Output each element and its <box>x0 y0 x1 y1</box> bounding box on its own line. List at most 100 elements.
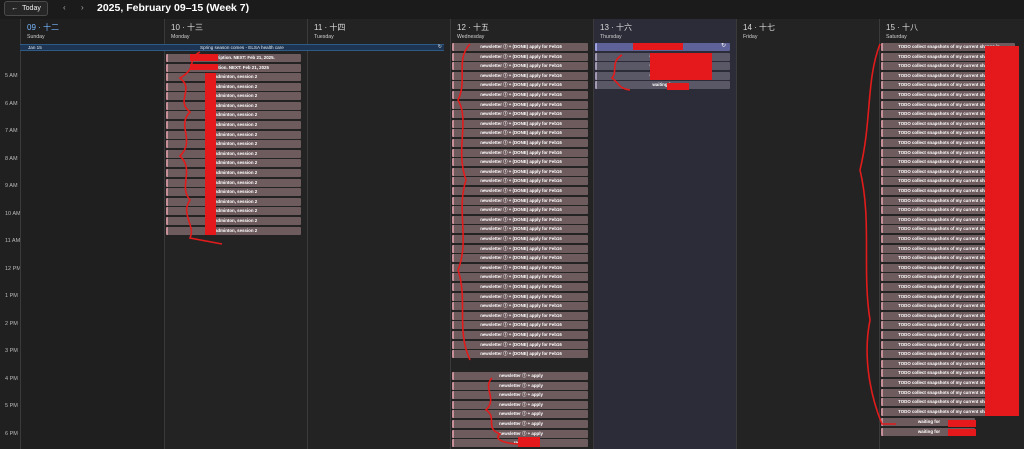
calendar-event[interactable]: newsletter ⓘ + (DONE) apply for Feb16 <box>452 177 588 186</box>
calendar-event[interactable]: newsletter ⓘ + (DONE) apply for Feb16 <box>452 235 588 243</box>
calendar-event[interactable]: newsletter ⓘ + (DONE) apply for Feb16 <box>452 292 588 301</box>
calendar-event[interactable]: newsletter ⓘ + (DONE) apply for Feb16 <box>452 187 588 195</box>
calendar-event[interactable]: newsletter ⓘ + (DONE) apply for Feb16 <box>452 158 588 167</box>
calendar-event[interactable]: newsletter ⓘ + (DONE) apply for Feb16 <box>452 331 588 339</box>
day-number: 11 · 十四 <box>314 23 346 32</box>
redaction-block <box>985 46 1019 416</box>
hour-label: 8 AM <box>5 155 18 162</box>
day-column-friday[interactable]: 14 · 十七 Friday <box>736 19 879 449</box>
day-name: Wednesday <box>457 34 485 40</box>
calendar-event[interactable]: newsletter ⓘ + (DONE) apply for Feb16 <box>452 350 588 359</box>
calendar-event[interactable]: Badminton, session 2 <box>166 82 301 91</box>
day-header[interactable]: 10 · 十三 Monday <box>171 22 203 40</box>
calendar-event[interactable]: newsletter ⓘ + (DONE) apply for Feb16 <box>452 225 588 234</box>
allday-event[interactable]: Jan 15 Spring season comes - ELSA health… <box>20 44 444 51</box>
calendar-event[interactable]: newsletter ⓘ + (DONE) apply for Feb16 <box>452 263 588 272</box>
hour-label: 5 AM <box>5 73 18 79</box>
time-gutter: 5 AM 6 AM 7 AM 8 AM 9 AM 10 AM 11 AM 12 PM 1 PM 2… <box>0 19 21 449</box>
calendar-event[interactable]: newsletter ⓘ + (DONE) apply for Feb16 <box>452 100 588 109</box>
hour-label: 9 AM <box>5 183 18 189</box>
calendar-event[interactable]: newsletter ⓘ + (DONE) apply for Feb16 <box>452 244 588 253</box>
calendar-event[interactable]: newsletter ⓘ + apply <box>452 400 588 409</box>
day-header[interactable]: 11 · 十四 Tuesday <box>314 22 345 40</box>
day-header[interactable]: 14 · 十七 Friday <box>743 22 775 40</box>
day-number: 15 · 十八 <box>886 23 919 32</box>
day-name: Friday <box>743 34 758 40</box>
toolbar: ← Today ‹ › 2025, February 09–15 (Week 7… <box>0 0 1024 19</box>
calendar-event[interactable]: subscription. NEXT: Feb 21, 2025 <box>166 63 301 72</box>
calendar-event[interactable]: Badminton, session 2 <box>166 188 301 197</box>
calendar-event[interactable]: newsletter ⓘ + (DONE) apply for Feb16 <box>452 139 588 147</box>
calendar-event[interactable]: Badminton, session 2 <box>166 207 301 216</box>
calendar-event[interactable]: Badminton, session 2 <box>166 169 301 177</box>
calendar-event[interactable]: (e) g subscription. NEXT: Feb 21, 2025. <box>166 54 301 62</box>
day-name: Saturday <box>886 34 907 40</box>
chevron-down-icon[interactable]: ⌄ <box>228 2 235 11</box>
calendar-event[interactable]: newsletter ⓘ + (DONE) apply for Feb16 <box>452 283 588 291</box>
hour-label: 4 PM <box>5 375 18 382</box>
calendar-event[interactable]: Badminton, session 2 <box>166 130 301 139</box>
calendar-event[interactable]: newsletter ⓘ + (DONE) apply for Feb16 <box>452 119 588 128</box>
calendar-event[interactable]: newsletter ⓘ + (DONE) apply for Feb16 <box>452 71 588 80</box>
calendar-event[interactable]: newsletter ⓘ + (DONE) apply for Feb16 <box>452 321 588 330</box>
calendar-event[interactable]: newsletter ⓘ + (DONE) apply for Feb16 <box>452 91 588 99</box>
calendar-event[interactable]: Badminton, session 2 <box>166 73 301 81</box>
calendar-event[interactable]: newsletter ⓘ + (DONE) apply for Feb16 <box>452 62 588 71</box>
redaction-block <box>650 53 712 80</box>
calendar-event[interactable]: Badminton, session 2 <box>166 121 301 129</box>
calendar-event[interactable]: newsletter ⓘ + apply <box>452 420 588 428</box>
calendar-event[interactable]: Badminton, session 2 <box>166 149 301 158</box>
calendar-event[interactable]: Badminton, session 2 <box>166 140 301 149</box>
day-header[interactable]: 09 · 十二 Sunday <box>27 22 59 40</box>
redaction-block <box>190 64 218 70</box>
calendar-event[interactable]: newsletter ⓘ + (DONE) apply for Feb16 <box>452 273 588 282</box>
calendar-event[interactable]: Badminton, session 2 <box>166 101 301 110</box>
day-header[interactable]: 12 · 十五 Wednesday <box>457 22 489 40</box>
day-column-tuesday[interactable]: 11 · 十四 Tuesday <box>307 19 450 449</box>
calendar-event[interactable]: newsletter ⓘ + (DONE) apply for Feb16 <box>452 167 588 176</box>
calendar-event[interactable]: newsletter ⓘ + apply <box>452 410 588 419</box>
calendar-event[interactable]: newsletter ⓘ + (DONE) apply for Feb16 <box>452 215 588 224</box>
chevron-right-icon[interactable]: › <box>81 3 84 12</box>
calendar-event[interactable]: newsletter ⓘ + (DONE) apply for Feb16 <box>452 110 588 119</box>
calendar-event[interactable]: newsletter ⓘ + (DONE) apply for Feb16 <box>452 52 588 61</box>
calendar-event[interactable]: newsletter ⓘ + (DONE) apply for Feb16 <box>452 148 588 157</box>
calendar-event[interactable]: Badminton, session 2 <box>166 178 301 187</box>
calendar-event[interactable]: Badminton, session 2 <box>166 111 301 120</box>
calendar-event[interactable]: newsletter ⓘ + (DONE) apply for Feb16 <box>452 81 588 90</box>
redaction-block <box>518 437 540 447</box>
calendar-event[interactable]: newsletter ⓘ + (DONE) apply for Feb16 <box>452 129 588 138</box>
calendar-event[interactable]: Badminton, session 2 <box>166 197 301 206</box>
day-header[interactable]: 13 · 十六 Thursday <box>600 22 632 40</box>
calendar-app: ← Today ‹ › 2025, February 09–15 (Week 7… <box>0 0 1024 449</box>
day-name: Monday <box>171 34 190 40</box>
calendar-event[interactable]: newsletter ⓘ + (DONE) apply for Feb16 <box>452 340 588 349</box>
calendar-event[interactable]: newsletter ⓘ + (DONE) apply for Feb16 <box>452 302 588 311</box>
allday-event-start: Jan 15 <box>28 45 42 50</box>
allday-event-title: Spring season comes - ELSA health care <box>200 45 284 50</box>
calendar-event[interactable]: newsletter ⓘ + (DONE) apply for Feb16 <box>452 206 588 215</box>
calendar-event[interactable]: newsletter ⓘ + (DONE) apply for Feb16 <box>452 43 588 51</box>
hour-label: 1 PM <box>5 293 18 299</box>
calendar-event[interactable]: newsletter ⓘ + apply <box>452 372 588 380</box>
day-header[interactable]: 15 · 十八 Saturday <box>886 22 918 40</box>
day-column-sunday[interactable]: 09 · 十二 Sunday <box>20 19 164 449</box>
calendar-event[interactable]: newsletter ⓘ + (DONE) apply for Feb16 <box>452 254 588 263</box>
calendar-event[interactable]: Badminton, session 2 <box>166 92 301 101</box>
calendar-event[interactable]: newsletter ⓘ + apply <box>452 381 588 390</box>
calendar-event[interactable]: Badminton, session 2 <box>166 226 301 235</box>
redaction-block <box>205 73 216 235</box>
calendar-event[interactable]: newsletter ⓘ + apply <box>452 391 588 400</box>
week-title[interactable]: 2025, February 09–15 (Week 7) <box>97 2 249 14</box>
redaction-block <box>633 43 683 50</box>
today-button[interactable]: ← Today <box>4 1 48 16</box>
chevron-left-icon[interactable]: ‹ <box>63 3 66 12</box>
calendar-event[interactable]: Badminton, session 2 <box>166 217 301 225</box>
calendar-event[interactable]: waiting for <box>595 81 730 90</box>
calendar-event[interactable]: newsletter ⓘ + (DONE) apply for Feb16 <box>452 311 588 320</box>
calendar-event[interactable]: newsletter ⓘ + (DONE) apply for Feb16 <box>452 196 588 205</box>
day-number: 14 · 十七 <box>743 23 776 32</box>
calendar-event[interactable]: Badminton, session 2 <box>166 159 301 168</box>
day-number: 13 · 十六 <box>600 23 633 32</box>
redaction-block <box>667 83 689 90</box>
